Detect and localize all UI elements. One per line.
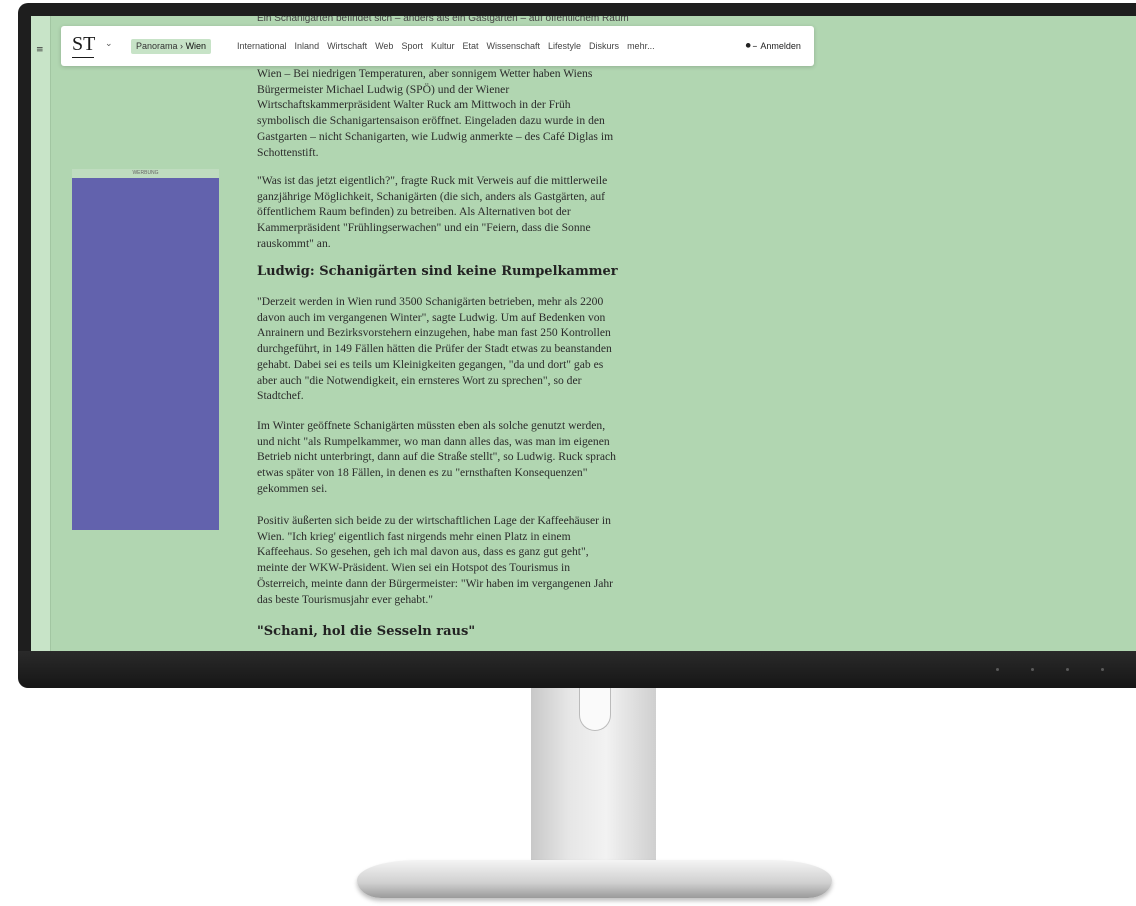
monitor-stand-slot xyxy=(579,688,611,731)
nav-item-sport[interactable]: Sport xyxy=(401,41,423,51)
breadcrumb-separator: › xyxy=(180,41,184,51)
browser-side-strip: ≡ xyxy=(31,16,51,651)
article-paragraph-3: "Derzeit werden in Wien rund 3500 Schani… xyxy=(257,295,612,403)
monitor-chin xyxy=(18,651,1136,688)
nav-item-international[interactable]: International xyxy=(237,41,287,51)
logo-underline xyxy=(72,57,94,58)
nav-item-kultur[interactable]: Kultur xyxy=(431,41,455,51)
breadcrumb-current[interactable]: Wien xyxy=(186,41,207,51)
site-logo[interactable]: ST xyxy=(72,34,95,54)
main-nav: International Inland Wirtschaft Web Sport Kul… xyxy=(237,40,663,53)
monitor-button[interactable] xyxy=(1066,668,1069,671)
article-paragraph-2: "Was ist das jetzt eigentlich?", fragte … xyxy=(257,174,608,250)
article-subheading-2: "Schani, hol die Sesseln raus" xyxy=(257,624,476,639)
article-subheading-1: Ludwig: Schanigärten sind keine Rumpelka… xyxy=(257,264,618,279)
nav-item-diskurs[interactable]: Diskurs xyxy=(589,41,619,51)
article-paragraph-5: Positiv äußerten sich beide zu der wirts… xyxy=(257,514,614,606)
chevron-down-icon[interactable]: ⌄ xyxy=(105,39,113,49)
monitor-button[interactable] xyxy=(996,668,999,671)
monitor-screen: ≡ Ein Schanigarten befindet sich – ander… xyxy=(31,16,1136,651)
article-teaser-line: Ein Schanigarten befindet sich – anders … xyxy=(257,16,629,24)
nav-item-etat[interactable]: Etat xyxy=(462,41,478,51)
article-paragraph-4: Im Winter geöffnete Schanigärten müssten… xyxy=(257,419,616,495)
login-button[interactable]: ⚫– Anmelden xyxy=(744,40,801,53)
monitor-stand-base xyxy=(357,860,832,898)
breadcrumb-section[interactable]: Panorama xyxy=(136,41,178,51)
reader-mode-icon[interactable]: ≡ xyxy=(36,45,46,55)
monitor-button[interactable] xyxy=(1101,668,1104,671)
key-icon: ⚫– xyxy=(744,41,758,52)
nav-item-inland[interactable]: Inland xyxy=(295,41,320,51)
nav-item-lifestyle[interactable]: Lifestyle xyxy=(548,41,581,51)
nav-item-web[interactable]: Web xyxy=(375,41,393,51)
site-navbar: ST ⌄ Panorama › Wien International Inland… xyxy=(61,26,814,66)
login-label: Anmelden xyxy=(760,41,801,51)
article-paragraph-1: Wien – Bei niedrigen Temperaturen, aber … xyxy=(257,67,614,159)
monitor-button[interactable] xyxy=(1031,668,1034,671)
breadcrumb[interactable]: Panorama › Wien xyxy=(131,39,212,54)
nav-item-more[interactable]: mehr... xyxy=(627,41,655,51)
ad-banner[interactable] xyxy=(72,169,219,530)
ad-label: WERBUNG xyxy=(72,169,219,178)
nav-item-wissenschaft[interactable]: Wissenschaft xyxy=(486,41,540,51)
nav-item-wirtschaft[interactable]: Wirtschaft xyxy=(327,41,367,51)
